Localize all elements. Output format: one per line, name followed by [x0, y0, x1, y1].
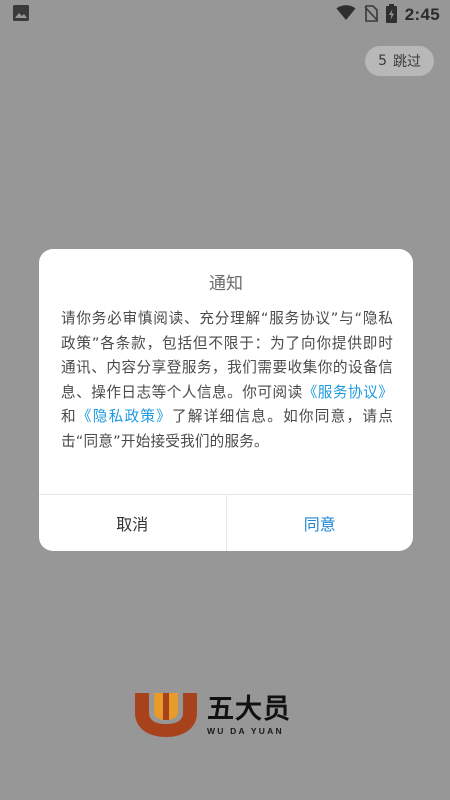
agree-button[interactable]: 同意	[227, 495, 414, 551]
skip-label: 跳过	[393, 54, 421, 70]
brand-logo: 五大员 WU DA YUAN	[135, 693, 291, 737]
status-left	[12, 4, 30, 26]
service-agreement-link[interactable]: 《服务协议》	[303, 384, 393, 401]
dialog-text-2: 和	[61, 408, 77, 426]
skip-button[interactable]: 5 跳过	[365, 46, 434, 76]
no-sim-icon	[364, 4, 378, 26]
wifi-icon	[336, 5, 356, 25]
dialog-body: 请你务必审慎阅读、充分理解“服务协议”与“隐私政策”各条款，包括但不限于：为了向…	[61, 307, 393, 455]
cancel-button[interactable]: 取消	[39, 495, 227, 551]
dialog-title: 通知	[209, 274, 243, 294]
logo-text: 五大员 WU DA YUAN	[207, 693, 291, 736]
brand-subtitle: WU DA YUAN	[207, 725, 284, 736]
skip-countdown: 5	[378, 53, 387, 69]
battery-charging-icon	[385, 3, 397, 27]
privacy-policy-link[interactable]: 《隐私政策》	[77, 408, 172, 425]
status-time: 2:45	[404, 5, 440, 24]
logo-mark-icon	[135, 693, 197, 737]
brand-name: 五大员	[207, 693, 291, 725]
image-icon	[12, 4, 30, 26]
status-right: 2:45	[336, 3, 440, 27]
status-bar: 2:45	[0, 0, 450, 30]
privacy-dialog: 通知 请你务必审慎阅读、充分理解“服务协议”与“隐私政策”各条款，包括但不限于：…	[39, 249, 413, 551]
dialog-actions: 取消 同意	[39, 494, 413, 551]
